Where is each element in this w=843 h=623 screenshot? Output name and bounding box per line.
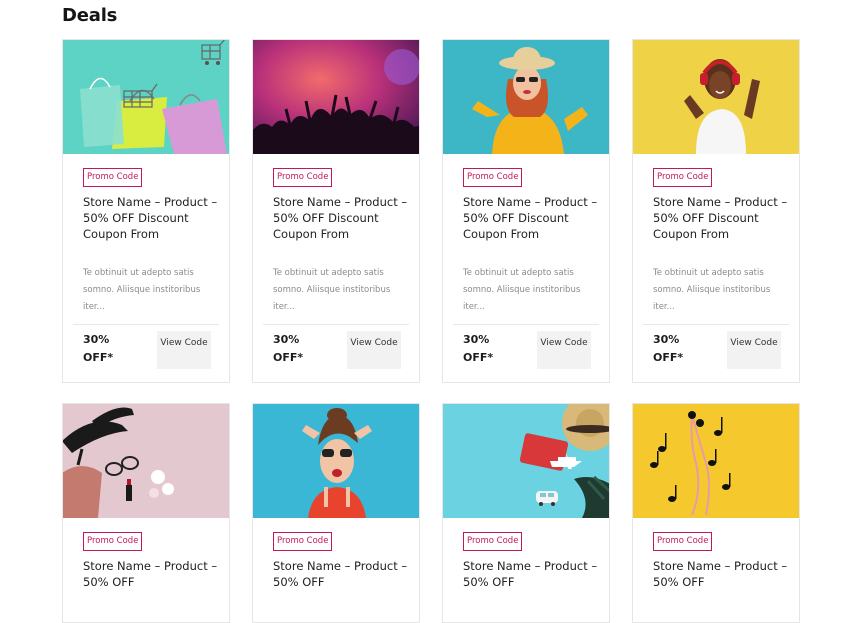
divider	[643, 324, 789, 325]
deal-card[interactable]: Promo Code Store Name – Product – 50% OF…	[442, 39, 610, 383]
view-code-button[interactable]: View Code	[157, 331, 211, 369]
travel-passport-image[interactable]	[443, 404, 609, 518]
promo-code-badge: Promo Code	[653, 168, 713, 187]
divider	[453, 324, 599, 325]
deal-card[interactable]: Promo Code Store Name – Product – 50% OF…	[442, 403, 610, 623]
promo-code-badge: Promo Code	[463, 532, 523, 551]
deal-description: Te obtinuit ut adepto satis somno. Aliis…	[653, 268, 771, 312]
earphones-music-notes-image[interactable]	[633, 404, 799, 518]
promo-code-badge: Promo Code	[273, 532, 333, 551]
deal-card[interactable]: Promo Code Store Name – Product – 50% OF…	[62, 403, 230, 623]
divider	[73, 324, 219, 325]
deal-card[interactable]: Promo Code Store Name – Product – 50% OF…	[632, 403, 800, 623]
promo-code-badge: Promo Code	[273, 168, 333, 187]
divider	[263, 324, 409, 325]
deal-title[interactable]: Store Name – Product – 50% OFF	[463, 558, 598, 590]
deal-title[interactable]: Store Name – Product – 50% OFF Discount …	[273, 194, 408, 242]
deal-card[interactable]: Promo Code Store Name – Product – 50% OF…	[62, 39, 230, 383]
promo-code-badge: Promo Code	[83, 532, 143, 551]
shopping-bags-cart-image[interactable]	[63, 40, 229, 154]
deal-card[interactable]: Promo Code Store Name – Product – 50% OF…	[252, 39, 420, 383]
view-code-button[interactable]: View Code	[537, 331, 591, 369]
section-title: Deals	[62, 5, 118, 26]
promo-code-badge: Promo Code	[463, 168, 523, 187]
deal-title[interactable]: Store Name – Product – 50% OFF	[273, 558, 408, 590]
discount-label: 30% OFF*	[653, 333, 684, 364]
deal-title[interactable]: Store Name – Product – 50% OFF	[653, 558, 788, 590]
deal-description: Te obtinuit ut adepto satis somno. Aliis…	[463, 268, 581, 312]
deal-description: Te obtinuit ut adepto satis somno. Aliis…	[273, 268, 391, 312]
deal-description: Te obtinuit ut adepto satis somno. Aliis…	[83, 268, 201, 312]
promo-code-badge: Promo Code	[653, 532, 713, 551]
deal-title[interactable]: Store Name – Product – 50% OFF Discount …	[653, 194, 788, 242]
view-code-button[interactable]: View Code	[727, 331, 781, 369]
deal-title[interactable]: Store Name – Product – 50% OFF Discount …	[83, 194, 218, 242]
woman-yellow-sweater-image[interactable]	[443, 40, 609, 154]
fashion-accessories-image[interactable]	[63, 404, 229, 518]
deal-card[interactable]: Promo Code Store Name – Product – 50% OF…	[252, 403, 420, 623]
concert-crowd-image[interactable]	[253, 40, 419, 154]
promo-code-badge: Promo Code	[83, 168, 143, 187]
woman-sunglasses-image[interactable]	[253, 404, 419, 518]
discount-label: 30% OFF*	[83, 333, 114, 364]
deal-card[interactable]: Promo Code Store Name – Product – 50% OF…	[632, 39, 800, 383]
discount-label: 30% OFF*	[273, 333, 304, 364]
deal-title[interactable]: Store Name – Product – 50% OFF Discount …	[463, 194, 598, 242]
deal-title[interactable]: Store Name – Product – 50% OFF	[83, 558, 218, 590]
view-code-button[interactable]: View Code	[347, 331, 401, 369]
woman-headphones-image[interactable]	[633, 40, 799, 154]
discount-label: 30% OFF*	[463, 333, 494, 364]
